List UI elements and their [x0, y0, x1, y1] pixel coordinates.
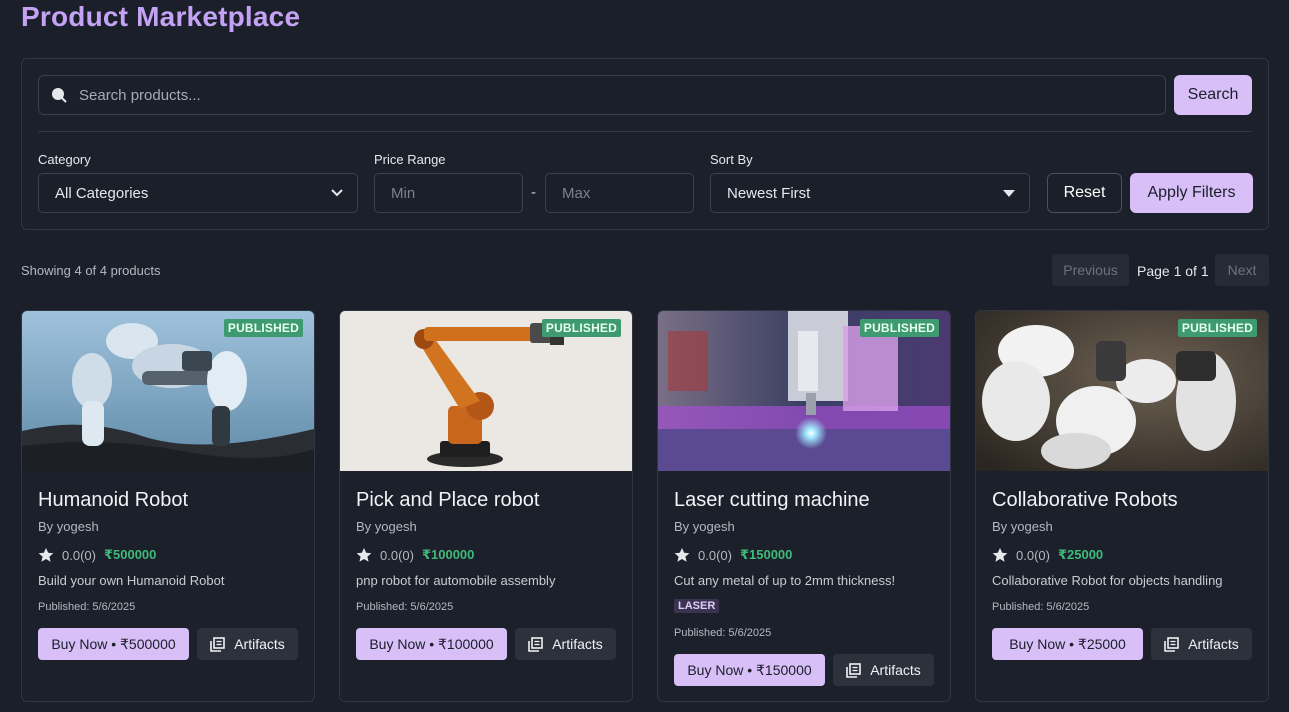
library-icon	[1164, 636, 1180, 652]
divider	[38, 131, 1252, 132]
page-info: Page 1 of 1	[1137, 263, 1209, 279]
library-icon	[528, 636, 544, 652]
rating-row: 0.0(0) ₹100000	[356, 547, 474, 563]
product-image[interactable]: PUBLISHED	[976, 311, 1268, 471]
buy-now-button[interactable]: Buy Now • ₹25000	[992, 628, 1143, 660]
previous-page-button[interactable]: Previous	[1052, 254, 1129, 286]
price-separator: -	[531, 184, 536, 201]
product-author: By yogesh	[674, 519, 735, 534]
product-title[interactable]: Pick and Place robot	[356, 489, 539, 512]
product-price: ₹25000	[1057, 547, 1104, 562]
product-description: Collaborative Robot for objects handling	[992, 573, 1223, 588]
product-image[interactable]: PUBLISHED	[22, 311, 314, 471]
star-icon	[38, 548, 54, 562]
artifacts-label: Artifacts	[552, 636, 603, 652]
star-icon	[356, 548, 372, 562]
product-card[interactable]: PUBLISHED Collaborative Robots By yogesh…	[975, 310, 1269, 702]
category-select-value: All Categories	[55, 184, 149, 202]
library-icon	[846, 662, 862, 678]
buy-now-button[interactable]: Buy Now • ₹150000	[674, 654, 825, 686]
category-label: Category	[38, 152, 91, 167]
search-button[interactable]: Search	[1174, 75, 1252, 115]
product-description: pnp robot for automobile assembly	[356, 573, 556, 588]
product-title[interactable]: Humanoid Robot	[38, 489, 188, 512]
max-price-input[interactable]	[545, 173, 694, 213]
rating-row: 0.0(0) ₹500000	[38, 547, 156, 563]
star-icon	[674, 548, 690, 562]
product-description: Build your own Humanoid Robot	[38, 573, 225, 588]
product-card[interactable]: PUBLISHED Humanoid Robot By yogesh 0.0(0…	[21, 310, 315, 702]
buy-now-button[interactable]: Buy Now • ₹500000	[38, 628, 189, 660]
product-card[interactable]: PUBLISHED Laser cutting machine By yoges…	[657, 310, 951, 702]
status-badge: PUBLISHED	[541, 319, 621, 337]
library-icon	[210, 636, 226, 652]
published-date: Published: 5/6/2025	[674, 627, 772, 639]
artifacts-button[interactable]: Artifacts	[1151, 628, 1252, 660]
min-price-input[interactable]	[374, 173, 523, 213]
rating-row: 0.0(0) ₹150000	[674, 547, 792, 563]
search-input[interactable]	[79, 76, 1165, 114]
product-author: By yogesh	[356, 519, 417, 534]
filter-panel: Search Category All Categories Price Ran…	[21, 58, 1269, 230]
published-date: Published: 5/6/2025	[356, 601, 454, 613]
artifacts-button[interactable]: Artifacts	[515, 628, 616, 660]
rating-value: 0.0(0)	[62, 547, 96, 563]
sort-select-value: Newest First	[727, 184, 811, 202]
apply-filters-button[interactable]: Apply Filters	[1130, 173, 1253, 213]
product-price: ₹150000	[739, 547, 793, 562]
artifacts-label: Artifacts	[870, 662, 921, 678]
chevron-down-icon	[331, 189, 343, 197]
star-icon	[992, 548, 1008, 562]
published-date: Published: 5/6/2025	[38, 601, 136, 613]
rating-value: 0.0(0)	[1016, 547, 1050, 563]
page-title: Product Marketplace	[21, 1, 301, 32]
product-title[interactable]: Collaborative Robots	[992, 489, 1178, 512]
product-description: Cut any metal of up to 2mm thickness!	[674, 573, 896, 588]
buy-now-button[interactable]: Buy Now • ₹100000	[356, 628, 507, 660]
status-badge: PUBLISHED	[1177, 319, 1257, 337]
product-image[interactable]: PUBLISHED	[658, 311, 950, 471]
rating-value: 0.0(0)	[698, 547, 732, 563]
artifacts-label: Artifacts	[234, 636, 285, 652]
artifacts-button[interactable]: Artifacts	[197, 628, 298, 660]
caret-down-icon	[1003, 189, 1015, 197]
product-author: By yogesh	[992, 519, 1053, 534]
product-author: By yogesh	[38, 519, 99, 534]
next-page-button[interactable]: Next	[1215, 254, 1269, 286]
category-select[interactable]: All Categories	[38, 173, 358, 213]
published-date: Published: 5/6/2025	[992, 601, 1090, 613]
product-image[interactable]: PUBLISHED	[340, 311, 632, 471]
status-badge: PUBLISHED	[859, 319, 939, 337]
product-title[interactable]: Laser cutting machine	[674, 489, 870, 512]
results-count: Showing 4 of 4 products	[21, 263, 161, 278]
artifacts-label: Artifacts	[1188, 636, 1239, 652]
search-icon	[39, 87, 79, 103]
sort-label: Sort By	[710, 152, 753, 167]
sort-select[interactable]: Newest First	[710, 173, 1030, 213]
product-price: ₹500000	[103, 547, 157, 562]
reset-button[interactable]: Reset	[1047, 173, 1122, 213]
search-box[interactable]	[38, 75, 1166, 115]
price-range-label: Price Range	[374, 152, 446, 167]
product-price: ₹100000	[421, 547, 475, 562]
artifacts-button[interactable]: Artifacts	[833, 654, 934, 686]
product-tag: LASER	[674, 599, 720, 613]
rating-row: 0.0(0) ₹25000	[992, 547, 1103, 563]
rating-value: 0.0(0)	[380, 547, 414, 563]
status-badge: PUBLISHED	[223, 319, 303, 337]
product-card[interactable]: PUBLISHED Pick and Place robot By yogesh…	[339, 310, 633, 702]
